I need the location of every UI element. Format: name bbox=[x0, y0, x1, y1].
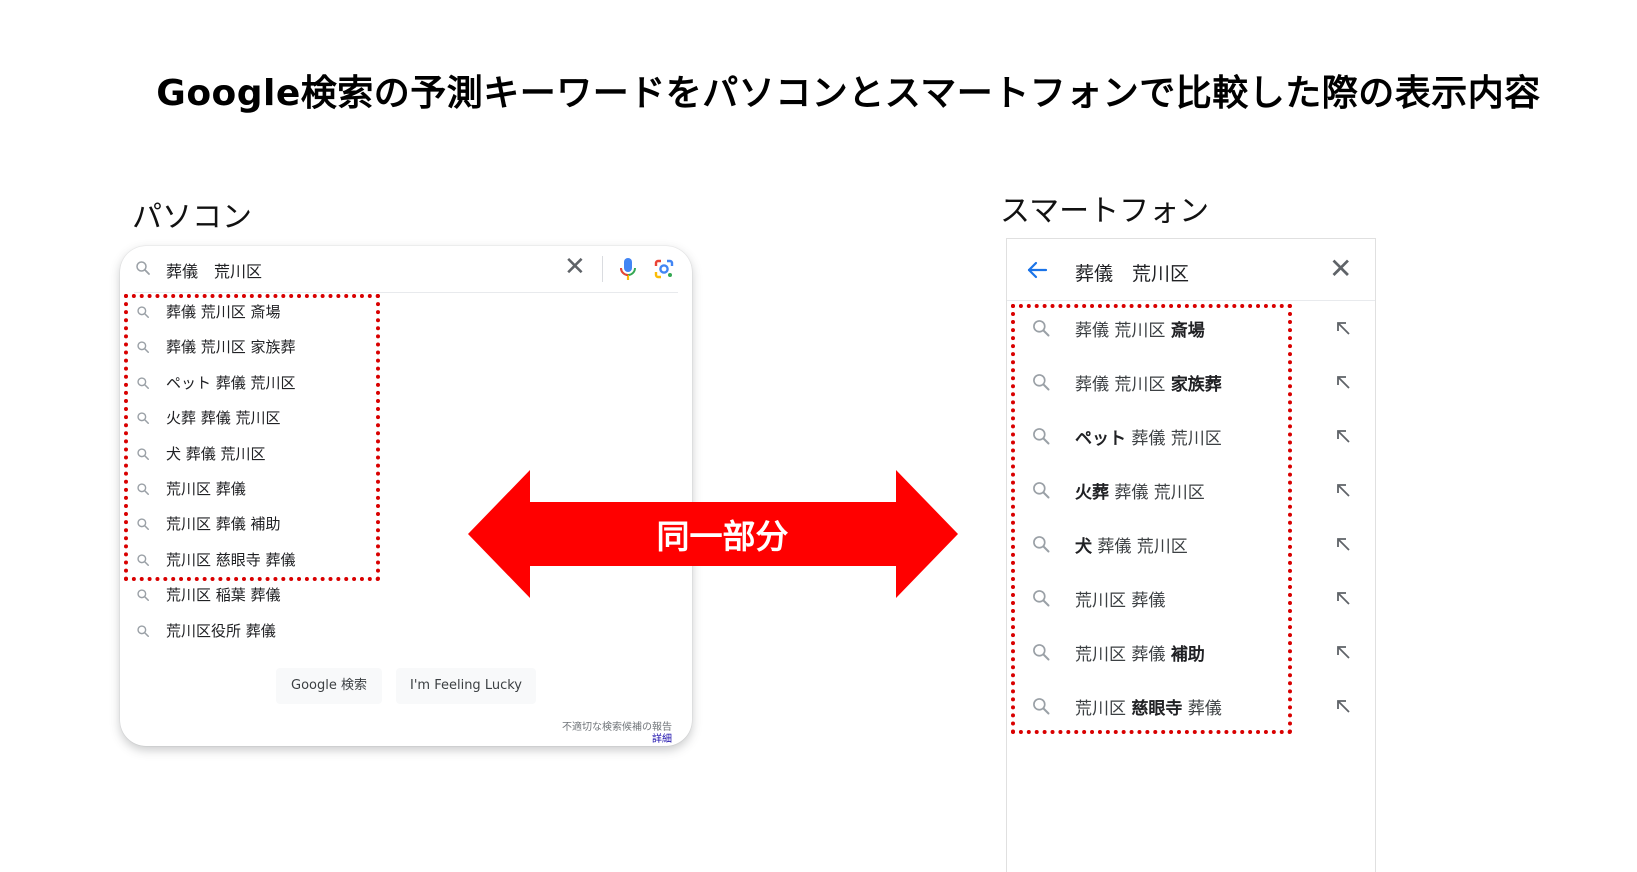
smartphone-label: スマートフォン bbox=[1000, 194, 1210, 229]
fill-query-arrow-icon[interactable] bbox=[1335, 698, 1351, 714]
page-title: Google検索の予測キーワードをパソコンとスマートフォンで比較した際の表示内容 bbox=[156, 73, 1541, 114]
pc-highlight-box bbox=[124, 294, 380, 581]
search-icon bbox=[137, 589, 150, 602]
pc-search-input[interactable]: 葬儀 荒川区 bbox=[166, 258, 262, 282]
divider bbox=[602, 256, 603, 282]
search-icon bbox=[137, 624, 150, 637]
sp-search-bar[interactable]: 葬儀 荒川区 ✕ bbox=[1007, 239, 1375, 301]
details-link[interactable]: 詳細 bbox=[652, 730, 672, 745]
sp-search-input[interactable]: 葬儀 荒川区 bbox=[1075, 259, 1189, 286]
fill-query-arrow-icon[interactable] bbox=[1335, 644, 1351, 660]
fill-query-arrow-icon[interactable] bbox=[1335, 536, 1351, 552]
fill-query-arrow-icon[interactable] bbox=[1335, 590, 1351, 606]
list-item[interactable]: 荒川区 稲葉 葬儀 bbox=[120, 577, 520, 612]
search-icon bbox=[136, 261, 150, 275]
back-arrow-icon[interactable] bbox=[1025, 258, 1049, 282]
pc-label: パソコン bbox=[132, 200, 252, 235]
suggestion-text: 荒川区 稲葉 葬儀 bbox=[166, 586, 281, 605]
pc-search-bar[interactable]: 葬儀 荒川区 ✕ bbox=[120, 246, 692, 292]
fill-query-arrow-icon[interactable] bbox=[1335, 320, 1351, 336]
feeling-lucky-button[interactable]: I'm Feeling Lucky bbox=[396, 668, 536, 704]
close-icon[interactable]: ✕ bbox=[1329, 253, 1352, 285]
close-icon[interactable]: ✕ bbox=[564, 252, 586, 282]
fill-query-arrow-icon[interactable] bbox=[1335, 428, 1351, 444]
divider bbox=[134, 292, 678, 293]
microphone-icon[interactable] bbox=[616, 256, 640, 282]
sp-highlight-box bbox=[1011, 304, 1292, 734]
google-search-button[interactable]: Google 検索 bbox=[276, 668, 382, 704]
fill-query-arrow-icon[interactable] bbox=[1335, 482, 1351, 498]
same-part-label: 同一部分 bbox=[656, 517, 789, 556]
fill-query-arrow-icon[interactable] bbox=[1335, 374, 1351, 390]
suggestion-text: 荒川区役所 葬儀 bbox=[166, 621, 276, 640]
google-lens-icon[interactable] bbox=[652, 257, 676, 281]
list-item[interactable]: 荒川区役所 葬儀 bbox=[120, 613, 520, 648]
